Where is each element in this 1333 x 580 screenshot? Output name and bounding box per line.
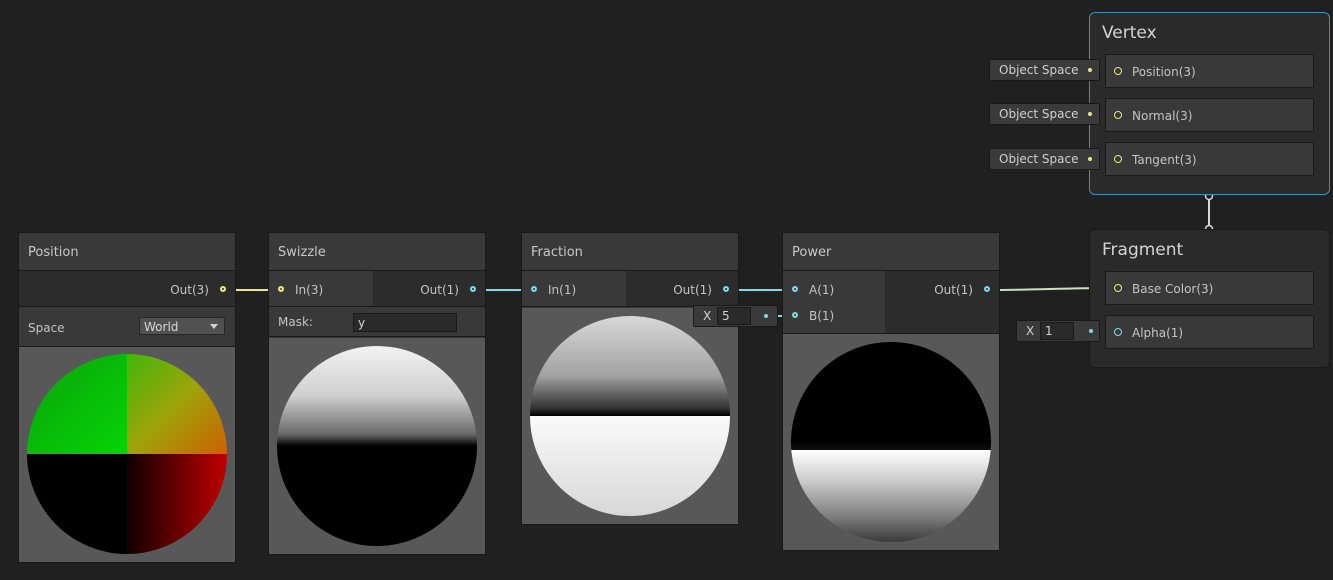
preview-sphere bbox=[277, 346, 477, 546]
axis-label: X bbox=[703, 309, 712, 323]
position-space-field[interactable]: Object Space bbox=[989, 59, 1100, 81]
block-tangent[interactable]: Tangent(3) bbox=[1105, 142, 1314, 176]
a-port[interactable] bbox=[792, 286, 798, 292]
space-dropdown[interactable]: World bbox=[139, 317, 225, 335]
block-position[interactable]: Position(3) bbox=[1105, 54, 1314, 88]
preview bbox=[19, 347, 235, 562]
out-port[interactable] bbox=[470, 286, 476, 292]
space-value: Object Space bbox=[999, 63, 1079, 77]
tangent-space-field[interactable]: Object Space bbox=[989, 148, 1100, 170]
port-row: In(1) Out(1) bbox=[522, 271, 738, 307]
out-port-label: Out(1) bbox=[420, 283, 459, 297]
port-row: Out(3) bbox=[19, 271, 235, 307]
block-base-color[interactable]: Base Color(3) bbox=[1105, 271, 1314, 305]
field-port bbox=[1089, 329, 1093, 333]
block-label: Base Color(3) bbox=[1132, 282, 1214, 296]
power-node[interactable]: Power A(1) B(1) Out(1) bbox=[782, 232, 1000, 551]
axis-label: X bbox=[1026, 324, 1035, 338]
preview bbox=[783, 334, 999, 550]
field-port bbox=[764, 314, 768, 318]
block-port[interactable] bbox=[1114, 67, 1122, 75]
fraction-node[interactable]: Fraction In(1) Out(1) bbox=[521, 232, 739, 525]
out-port[interactable] bbox=[984, 286, 990, 292]
port-row: A(1) B(1) Out(1) bbox=[783, 271, 999, 334]
alpha-value-input[interactable]: 1 bbox=[1040, 322, 1074, 340]
mask-label: Mask: bbox=[278, 315, 313, 329]
a-port-label: A(1) bbox=[809, 283, 835, 297]
vertex-context[interactable]: Vertex Position(3) Normal(3) Tangent(3) bbox=[1089, 12, 1330, 195]
b-value-input[interactable]: 5 bbox=[717, 307, 751, 325]
in-port[interactable] bbox=[531, 286, 537, 292]
space-value: Object Space bbox=[999, 152, 1079, 166]
b-port[interactable] bbox=[792, 312, 798, 318]
space-label: Space bbox=[28, 321, 65, 335]
out-port[interactable] bbox=[220, 286, 226, 292]
block-label: Tangent(3) bbox=[1132, 153, 1197, 167]
in-port[interactable] bbox=[278, 286, 284, 292]
power-b-field[interactable]: X 5 bbox=[693, 305, 778, 327]
block-port[interactable] bbox=[1114, 284, 1122, 292]
node-title[interactable]: Position bbox=[19, 233, 235, 271]
swizzle-node[interactable]: Swizzle In(3) Out(1) Mask: y bbox=[268, 232, 486, 555]
block-label: Position(3) bbox=[1132, 65, 1196, 79]
space-value: World bbox=[144, 320, 179, 334]
normal-space-field[interactable]: Object Space bbox=[989, 103, 1100, 125]
block-port[interactable] bbox=[1114, 155, 1122, 163]
position-node[interactable]: Position Out(3) Space World bbox=[18, 232, 236, 563]
block-normal[interactable]: Normal(3) bbox=[1105, 98, 1314, 132]
mask-input[interactable]: y bbox=[353, 313, 457, 332]
preview bbox=[269, 338, 485, 554]
node-title[interactable]: Fraction bbox=[522, 233, 738, 271]
out-port-label: Out(1) bbox=[934, 283, 973, 297]
in-port-label: In(1) bbox=[548, 283, 577, 297]
alpha-field[interactable]: X 1 bbox=[1016, 320, 1100, 342]
context-title: Fragment bbox=[1102, 240, 1184, 260]
out-port-label: Out(3) bbox=[170, 283, 209, 297]
block-alpha[interactable]: Alpha(1) bbox=[1105, 315, 1314, 349]
block-label: Normal(3) bbox=[1132, 109, 1193, 123]
port-row: In(3) Out(1) bbox=[269, 271, 485, 307]
fragment-context[interactable]: Fragment Base Color(3) Alpha(1) bbox=[1089, 229, 1330, 368]
mask-row: Mask: y bbox=[269, 307, 485, 337]
b-port-label: B(1) bbox=[809, 309, 835, 323]
preview-sphere bbox=[530, 316, 730, 516]
block-label: Alpha(1) bbox=[1132, 326, 1184, 340]
preview-sphere bbox=[27, 354, 227, 554]
node-title[interactable]: Power bbox=[783, 233, 999, 271]
block-port[interactable] bbox=[1114, 111, 1122, 119]
out-port[interactable] bbox=[723, 286, 729, 292]
space-value: Object Space bbox=[999, 107, 1079, 121]
chevron-down-icon bbox=[210, 324, 218, 329]
preview-sphere bbox=[791, 342, 991, 542]
preview bbox=[522, 308, 738, 524]
space-row: Space World bbox=[19, 307, 235, 347]
in-port-label: In(3) bbox=[295, 283, 324, 297]
context-title: Vertex bbox=[1102, 23, 1157, 43]
node-title[interactable]: Swizzle bbox=[269, 233, 485, 271]
out-port-label: Out(1) bbox=[673, 283, 712, 297]
block-port[interactable] bbox=[1114, 328, 1122, 336]
